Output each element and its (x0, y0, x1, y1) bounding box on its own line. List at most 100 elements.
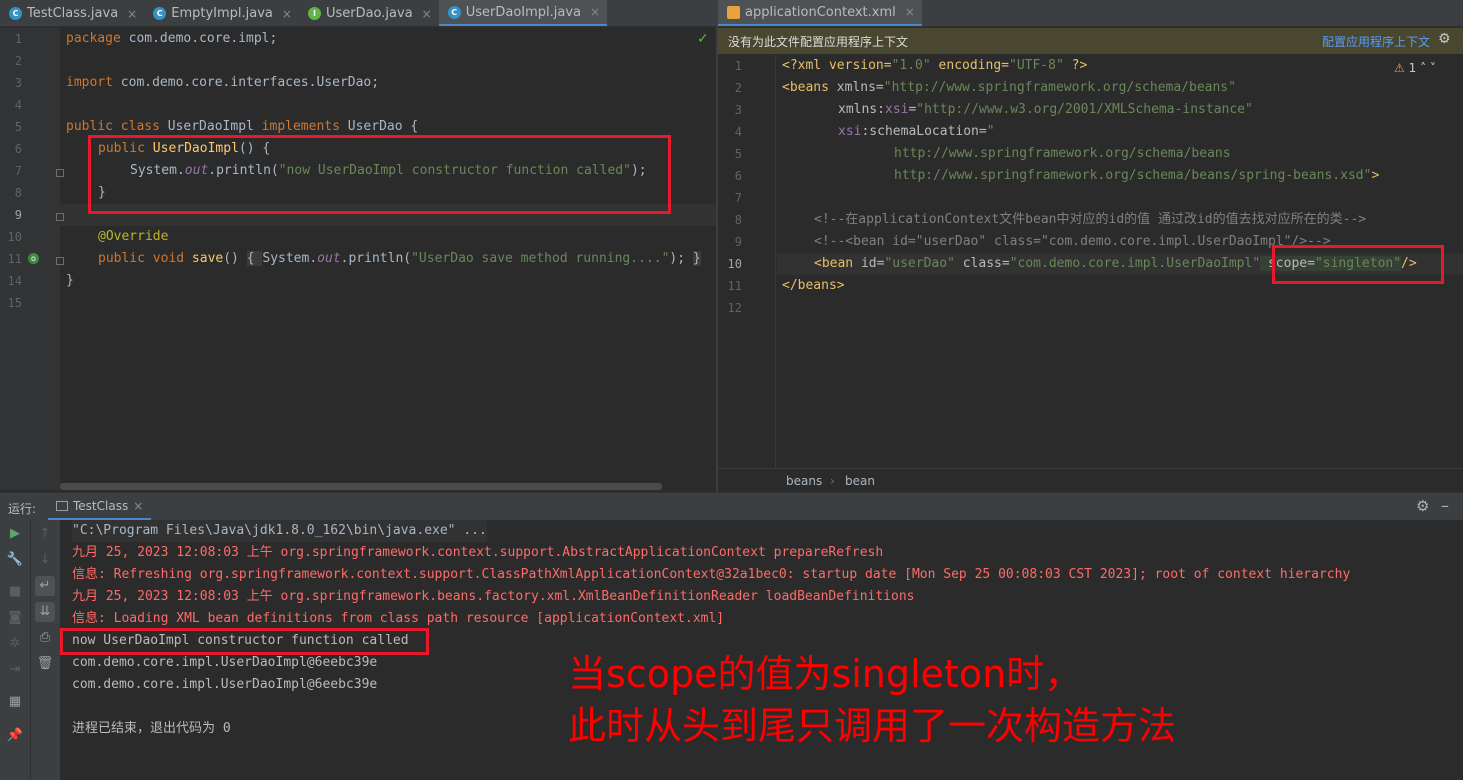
line-number: 10 (727, 257, 742, 271)
run-toolbar-left: ▶ 🔧 ■ ◙ ✲ ⇥ ▦ 📌 (0, 520, 30, 780)
line-number: 3 (734, 103, 742, 117)
console-line: com.demo.core.impl.UserDaoImpl@6eebc39e (72, 655, 378, 670)
horizontal-scrollbar[interactable] (60, 483, 662, 490)
print-icon[interactable]: ⎙ (35, 628, 55, 648)
scope-highlight-box (1272, 245, 1444, 284)
line-number: 15 (7, 296, 22, 310)
tab-label: EmptyImpl.java (171, 6, 273, 21)
line-number: 9 (14, 208, 22, 222)
wrench-icon[interactable]: 🔧 (5, 550, 25, 570)
syntax-ok-check-icon: ✓ (697, 31, 709, 47)
class-icon: C (9, 7, 22, 20)
line-number: 7 (14, 164, 22, 178)
left-tab-bar: C TestClass.java × C EmptyImpl.java × I UserDao… (0, 0, 716, 27)
stop-icon[interactable]: ■ (5, 582, 25, 602)
close-icon[interactable]: × (282, 7, 292, 21)
editor-tab[interactable]: I UserDao.java × (299, 0, 439, 26)
context-banner: 没有为此文件配置应用程序上下文 配置应用程序上下文 ⚙ (718, 28, 1463, 54)
right-tab-bar: applicationContext.xml × (718, 0, 1463, 27)
chevron-down-icon[interactable]: ˅ (1430, 61, 1436, 75)
line-number: 10 (7, 230, 22, 244)
arrow-up-icon[interactable]: ↑ (35, 524, 55, 544)
minimize-icon[interactable]: – (1441, 496, 1449, 515)
editor-tab[interactable]: applicationContext.xml × (718, 0, 922, 26)
trash-icon[interactable]: 🗑 (35, 654, 55, 674)
run-tab[interactable]: TestClass × (48, 493, 152, 521)
line-number: 4 (734, 125, 742, 139)
close-icon[interactable]: × (905, 5, 915, 19)
run-label: 运行: (8, 502, 37, 516)
code-line-10: @Override (98, 229, 169, 244)
xml-line-4: xsi:schemaLocation=" (838, 124, 995, 139)
editor-tab[interactable]: C UserDaoImpl.java × (438, 0, 608, 26)
line-number: 3 (14, 76, 22, 90)
line-number: 4 (14, 98, 22, 112)
scroll-to-end-icon[interactable]: ⇊ (35, 602, 55, 622)
arrow-down-icon[interactable]: ↓ (35, 550, 55, 570)
tab-label: UserDao.java (325, 6, 413, 21)
fold-marker-icon[interactable] (56, 169, 64, 177)
run-config-icon (56, 500, 68, 511)
gear-icon[interactable]: ⚙ (1438, 31, 1451, 47)
line-number: 8 (734, 213, 742, 227)
code-line-11: public void save() { System.out.println(… (98, 251, 701, 266)
java-editor[interactable]: 1 2 3 4 5 6 7 8 9 10 11 14 15 ✓ package com.demo.cor… (0, 28, 716, 490)
line-number: 5 (14, 120, 22, 134)
line-number: 1 (14, 32, 22, 46)
breadcrumb-beans[interactable]: beans (786, 474, 822, 488)
tab-label: UserDaoImpl.java (465, 4, 582, 20)
close-icon[interactable]: × (127, 7, 137, 21)
fold-marker-icon[interactable] (56, 257, 64, 265)
debug-icon[interactable]: ✲ (5, 634, 25, 654)
exit-icon[interactable]: ⇥ (5, 660, 25, 680)
tab-label: TestClass.java (27, 6, 119, 21)
console-line: com.demo.core.impl.UserDaoImpl@6eebc39e (72, 677, 378, 692)
gear-icon[interactable]: ⚙ (1416, 497, 1429, 515)
constructor-output-highlight-box (60, 628, 429, 655)
console-line: 九月 25, 2023 12:08:03 上午 org.springframew… (72, 589, 915, 604)
rerun-icon[interactable]: ▶ (5, 524, 25, 544)
code-line-14: } (66, 273, 74, 288)
line-number: 1 (734, 59, 742, 73)
close-icon[interactable]: × (422, 7, 432, 21)
xml-icon (727, 5, 740, 19)
close-icon[interactable]: × (590, 5, 600, 19)
xml-line-9: <!--<bean id="userDao" class="com.demo.c… (814, 234, 1331, 249)
layout-icon[interactable]: ▦ (5, 692, 25, 712)
chevron-up-icon[interactable]: ˄ (1420, 61, 1426, 75)
line-number: 14 (7, 274, 22, 288)
tab-label: applicationContext.xml (745, 4, 896, 20)
console-line: 进程已结束，退出代码为 0 (72, 721, 231, 736)
override-marker-icon[interactable]: o (28, 253, 39, 264)
line-number: 7 (734, 191, 742, 205)
xml-line-8: <!--在applicationContext文件bean中对应的id的值 通过… (814, 212, 1367, 227)
line-number: 11 (7, 252, 22, 266)
folded-region[interactable]: { (246, 251, 263, 266)
warning-icon: ⚠ (1394, 61, 1405, 75)
xml-line-11: </beans> (782, 278, 845, 293)
console-line: 信息: Refreshing org.springframework.conte… (72, 567, 1351, 582)
banner-text: 没有为此文件配置应用程序上下文 (728, 35, 909, 49)
breadcrumb: beans › bean (718, 468, 1463, 492)
code-line-1: package com.demo.core.impl; (66, 31, 278, 46)
annotation-text: 当scope的值为singleton时， 此时从头到尾只调用了一次构造方法 (568, 648, 1176, 752)
close-icon[interactable]: × (133, 499, 143, 513)
fold-marker-icon[interactable] (56, 213, 64, 221)
pin-icon[interactable]: 📌 (5, 726, 25, 746)
editor-tab[interactable]: C EmptyImpl.java × (144, 0, 299, 26)
line-number: 12 (727, 301, 742, 315)
annotation-line-2: 此时从头到尾只调用了一次构造方法 (568, 704, 1177, 748)
xml-line-2: <beans xmlns="http://www.springframework… (782, 80, 1236, 95)
soft-wrap-icon[interactable]: ↵ (35, 576, 55, 596)
line-number: 2 (734, 81, 742, 95)
camera-icon[interactable]: ◙ (5, 608, 25, 628)
line-number: 5 (734, 147, 742, 161)
xml-line-3: xmlns:xsi="http://www.w3.org/2001/XMLSch… (838, 102, 1253, 117)
editor-tab[interactable]: C TestClass.java × (0, 0, 144, 26)
warning-indicator[interactable]: ⚠ 1 ˄ ˅ (1394, 61, 1436, 75)
line-number: 6 (14, 142, 22, 156)
xml-editor[interactable]: 1 2 3 4 5 6 7 8 9 10 11 12 ⚠ 1 ˄ ˅ <?xml version="1… (718, 55, 1463, 468)
run-panel-header: 运行: TestClass × ⚙ – (0, 492, 1463, 521)
configure-context-link[interactable]: 配置应用程序上下文 (1322, 33, 1430, 50)
breadcrumb-bean[interactable]: bean (845, 474, 875, 488)
